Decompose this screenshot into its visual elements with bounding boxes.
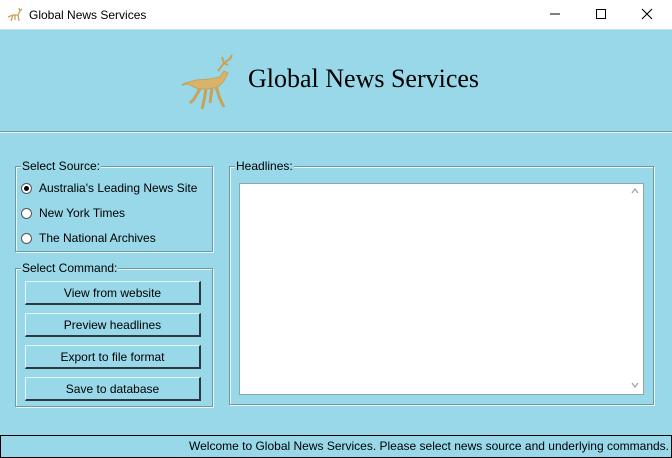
close-icon [641,8,653,20]
source-groupbox: Select Source: Australia's Leading News … [15,159,213,252]
deer-logo-icon [178,53,242,111]
status-bar: Welcome to Global News Services. Please … [0,435,672,458]
banner-separator [0,131,672,133]
headlines-groupbox: Headlines: [229,159,654,405]
export-file-button[interactable]: Export to file format [25,345,201,369]
radio-unselected-icon[interactable] [21,207,32,219]
radio-unselected-icon[interactable] [21,232,32,244]
scroll-down-icon[interactable] [631,382,639,388]
headlines-legend: Headlines: [235,159,294,173]
window-titlebar: Global News Services [0,0,672,30]
window-title: Global News Services [29,8,147,22]
view-website-button[interactable]: View from website [25,281,201,305]
minimize-icon [550,13,560,15]
radio-australia[interactable]: Australia's Leading News Site [21,180,197,196]
scroll-up-icon[interactable] [631,188,639,194]
radio-label: New York Times [39,206,126,220]
radio-label: The National Archives [39,231,156,245]
radio-selected-icon[interactable] [21,182,32,194]
close-button[interactable] [624,0,670,29]
minimize-button[interactable] [532,0,578,29]
source-legend: Select Source: [21,159,102,173]
maximize-button[interactable] [578,0,624,29]
radio-nytimes[interactable]: New York Times [21,205,125,221]
command-legend: Select Command: [21,261,119,275]
deer-app-icon [6,7,24,23]
maximize-icon [596,9,606,19]
banner-title: Global News Services [248,64,480,93]
save-database-button[interactable]: Save to database [25,377,201,401]
command-groupbox: Select Command: View from website Previe… [15,261,213,407]
headlines-textarea[interactable] [239,183,644,395]
status-text: Welcome to Global News Services. Please … [189,439,669,453]
headlines-scrollbar[interactable] [627,184,643,394]
radio-national-archives[interactable]: The National Archives [21,230,156,246]
radio-label: Australia's Leading News Site [39,181,198,195]
preview-headlines-button[interactable]: Preview headlines [25,313,201,337]
